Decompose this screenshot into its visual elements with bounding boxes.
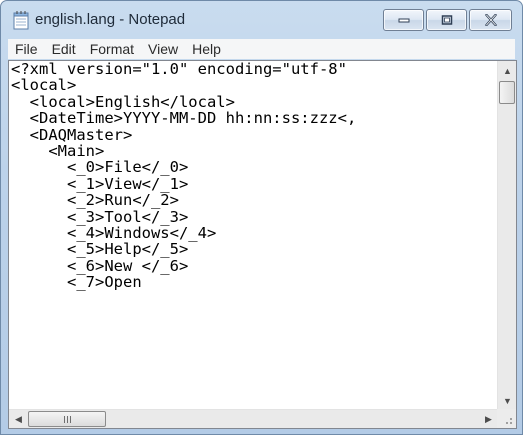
editor-line: <_4>Windows</_4> xyxy=(11,224,217,243)
maximize-icon xyxy=(441,15,452,25)
notepad-window: english.lang - Notepad File Edit Format … xyxy=(0,0,523,435)
menu-edit[interactable]: Edit xyxy=(45,39,83,59)
editor-line: <_6>New </_6> xyxy=(11,256,189,275)
horizontal-scroll-thumb[interactable] xyxy=(28,411,106,427)
editor-line: <?xml version="1.0" encoding="utf-8" xyxy=(11,61,347,78)
grip-icon xyxy=(63,415,71,423)
scroll-down-arrow-icon[interactable]: ▼ xyxy=(499,392,516,409)
close-button[interactable] xyxy=(469,9,512,31)
minimize-button[interactable] xyxy=(383,9,424,31)
notepad-icon[interactable] xyxy=(13,10,29,30)
menu-file[interactable]: File xyxy=(8,39,45,59)
window-title: english.lang - Notepad xyxy=(35,11,186,28)
scroll-right-arrow-icon[interactable]: ▶ xyxy=(480,411,497,428)
vertical-scrollbar[interactable]: ▲ ▼ xyxy=(497,61,516,410)
editor-line: <local> xyxy=(11,76,77,95)
menu-bar: File Edit Format View Help xyxy=(8,39,515,59)
size-grip-icon[interactable] xyxy=(497,409,516,428)
close-icon xyxy=(484,14,497,26)
editor-line: <local>English</local> xyxy=(11,92,235,111)
menu-view[interactable]: View xyxy=(141,39,185,59)
editor-line: <Main> xyxy=(11,142,105,161)
editor-line: <_2>Run</_2> xyxy=(11,191,179,210)
menu-help[interactable]: Help xyxy=(185,39,228,59)
editor-line: <_7>Open xyxy=(11,273,142,292)
vertical-scroll-thumb[interactable] xyxy=(499,81,515,104)
editor-frame: <?xml version="1.0" encoding="utf-8" <lo… xyxy=(8,60,517,429)
text-editor[interactable]: <?xml version="1.0" encoding="utf-8" <lo… xyxy=(9,61,498,410)
editor-line: <DAQMaster> xyxy=(11,125,133,144)
editor-line: <_1>View</_1> xyxy=(11,174,189,193)
horizontal-scrollbar[interactable]: ◀ ▶ xyxy=(9,409,498,428)
title-bar[interactable]: english.lang - Notepad xyxy=(1,1,522,39)
scroll-left-arrow-icon[interactable]: ◀ xyxy=(10,411,27,428)
editor-line: <DateTime>YYYY-MM-DD hh:nn:ss:zzz<, xyxy=(11,109,357,128)
menu-format[interactable]: Format xyxy=(83,39,141,59)
editor-line: <_0>File</_0> xyxy=(11,158,189,177)
editor-line: <_5>Help</_5> xyxy=(11,240,189,259)
minimize-icon xyxy=(398,18,409,23)
editor-line: <_3>Tool</_3> xyxy=(11,207,189,226)
scroll-up-arrow-icon[interactable]: ▲ xyxy=(499,62,516,79)
maximize-button[interactable] xyxy=(426,9,467,31)
